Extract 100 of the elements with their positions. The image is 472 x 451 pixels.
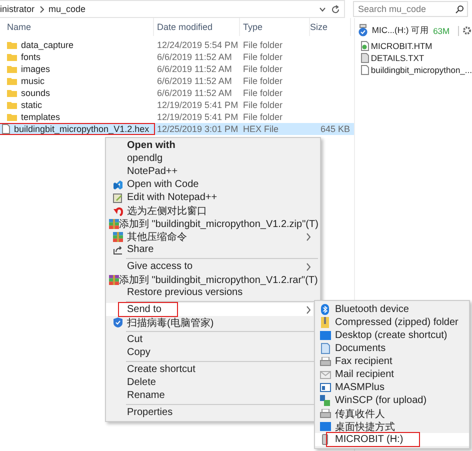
date-cell-text: 12/25/2019 3:01 PM <box>156 124 240 134</box>
menu-item[interactable]: Rename <box>106 389 313 402</box>
menu-item[interactable]: Open with Code <box>106 178 313 191</box>
date-cell-text: 6/6/2019 11:52 AM <box>156 76 233 86</box>
menu-item[interactable]: Edit with Notepad++ <box>106 191 313 204</box>
menu-label: Bluetooth device <box>335 304 409 315</box>
menu-label: Properties <box>127 407 173 418</box>
menu-item[interactable]: MICROBIT (H:) <box>315 433 469 446</box>
menu-item[interactable]: opendlg <box>106 152 313 165</box>
notepad-icon <box>113 192 123 202</box>
type-cell-text: File folder <box>242 112 284 122</box>
file-name: sounds <box>21 88 50 98</box>
column-header[interactable]: Date modified <box>154 18 240 36</box>
chevron-icon <box>40 6 44 12</box>
menu-label: 选为左侧对比窗口 <box>127 204 207 218</box>
menu-item[interactable]: 扫描病毒(电脑管家) <box>106 316 313 329</box>
file-row[interactable]: images 6/6/2019 11:52 AM File folder <box>0 63 354 75</box>
menu-item[interactable]: 选为左侧对比窗口 <box>106 204 313 217</box>
menu-item[interactable]: Delete <box>106 376 313 389</box>
menu-item[interactable]: Documents <box>315 342 469 355</box>
menu-item[interactable]: Restore previous versions <box>106 286 313 299</box>
share-icon <box>113 244 123 254</box>
fax-icon <box>320 357 330 366</box>
menu-label: 其他压缩命令 <box>127 230 187 244</box>
menu-item[interactable]: 传真收件人 <box>315 407 469 420</box>
menu-item[interactable]: Copy <box>106 346 313 359</box>
menu-label: Cut <box>127 334 143 345</box>
desktop-icon <box>320 422 330 431</box>
file-row[interactable]: buildingbit_micropython_V1.2.hex 12/25/2019 3:01 PM HEX File 645 KB <box>0 123 354 135</box>
date-cell-text: 6/6/2019 11:52 AM <box>156 64 233 74</box>
type-cell-text: File folder <box>242 52 284 62</box>
menu-label: Restore previous versions <box>127 287 243 298</box>
search-field[interactable]: Search mu_code <box>353 1 468 17</box>
file-name: images <box>21 64 50 74</box>
file-name[interactable]: buildingbit_micropython_... <box>370 65 472 75</box>
file-name[interactable]: MICROBIT.HTM <box>370 41 432 51</box>
desktop-icon <box>320 331 330 340</box>
file-name: music <box>21 76 45 86</box>
file-row[interactable]: static 12/19/2019 5:41 PM File folder <box>0 99 354 111</box>
menu-item[interactable]: Cut <box>106 333 313 346</box>
type-cell-text: File folder <box>242 76 284 86</box>
menu-item[interactable]: WinSCP (for upload) <box>315 394 469 407</box>
menu-item[interactable]: Share <box>106 243 313 256</box>
dropdown-icon[interactable] <box>319 6 326 12</box>
file-name: templates <box>21 112 60 122</box>
file-row[interactable]: templates 12/19/2019 5:41 PM File folder <box>0 111 354 123</box>
archive-icon <box>109 218 119 228</box>
file-row[interactable]: fonts 6/6/2019 11:52 AM File folder <box>0 51 354 63</box>
menu-label: Desktop (create shortcut) <box>335 330 448 341</box>
breadcrumb[interactable]: mu_code <box>48 4 86 14</box>
undo-arrow-icon <box>113 206 123 216</box>
address-bar[interactable]: inistrator mu_code <box>0 0 345 18</box>
column-header[interactable]: Type <box>240 18 310 36</box>
file-name: buildingbit_micropython_V1.2.hex <box>14 124 150 134</box>
menu-item[interactable]: Give access to <box>106 260 313 273</box>
file-name: fonts <box>21 52 41 62</box>
menu-label: Mail recipient <box>335 369 394 380</box>
breadcrumb[interactable]: inistrator <box>0 4 35 14</box>
menu-item[interactable]: Desktop (create shortcut) <box>315 329 469 342</box>
menu-item[interactable]: Compressed (zipped) folder <box>315 316 469 329</box>
type-cell-text: HEX File <box>242 124 280 134</box>
web-file-icon <box>360 41 369 51</box>
size-cell-text: 645 KB <box>319 124 350 134</box>
code-editor-icon <box>113 180 123 190</box>
shield-icon <box>113 317 123 328</box>
envelope-icon <box>320 370 330 378</box>
date-cell-text: 6/6/2019 11:52 AM <box>156 88 233 98</box>
file-row[interactable]: music 6/6/2019 11:52 AM File folder <box>0 75 354 87</box>
menu-label: Copy <box>127 347 150 358</box>
menu-label: Share <box>127 244 154 255</box>
menu-item[interactable]: MASMPlus <box>315 381 469 394</box>
file-row[interactable]: sounds 6/6/2019 11:52 AM File folder <box>0 87 354 99</box>
column-header[interactable]: Size <box>310 18 351 36</box>
fax-icon <box>320 409 330 418</box>
menu-item[interactable]: Send to <box>106 303 313 316</box>
file-name[interactable]: DETAILS.TXT <box>370 53 424 63</box>
file-row[interactable]: data_capture 12/24/2019 5:54 PM File folder <box>0 39 354 51</box>
menu-label: Edit with Notepad++ <box>127 192 218 203</box>
zip-folder-icon <box>321 317 329 328</box>
menu-item[interactable]: 桌面快捷方式 <box>315 420 469 433</box>
archive-icon <box>109 274 119 284</box>
date-cell-text: 6/6/2019 11:52 AM <box>156 52 233 62</box>
menu-item[interactable]: Bluetooth device <box>315 303 469 316</box>
menu-item[interactable]: Create shortcut <box>106 363 313 376</box>
menu-label: opendlg <box>127 153 163 164</box>
menu-item[interactable]: 其他压缩命令 <box>106 230 313 243</box>
menu-item[interactable]: Open with <box>106 139 313 152</box>
refresh-icon[interactable] <box>331 4 340 14</box>
menu-label: 扫描病毒(电脑管家) <box>127 316 214 330</box>
menu-label: WinSCP (for upload) <box>335 395 427 406</box>
menu-item[interactable]: Fax recipient <box>315 355 469 368</box>
menu-item[interactable]: Properties <box>106 406 313 419</box>
menu-label: Open with Code <box>127 179 199 190</box>
menu-item[interactable]: Mail recipient <box>315 368 469 381</box>
menu-item[interactable]: NotePad++ <box>106 165 313 178</box>
menu-label: MASMPlus <box>335 382 384 393</box>
menu-label: NotePad++ <box>127 166 178 177</box>
column-header[interactable]: Name <box>0 18 154 36</box>
window-icon <box>320 383 330 392</box>
type-cell-text: File folder <box>242 64 284 74</box>
